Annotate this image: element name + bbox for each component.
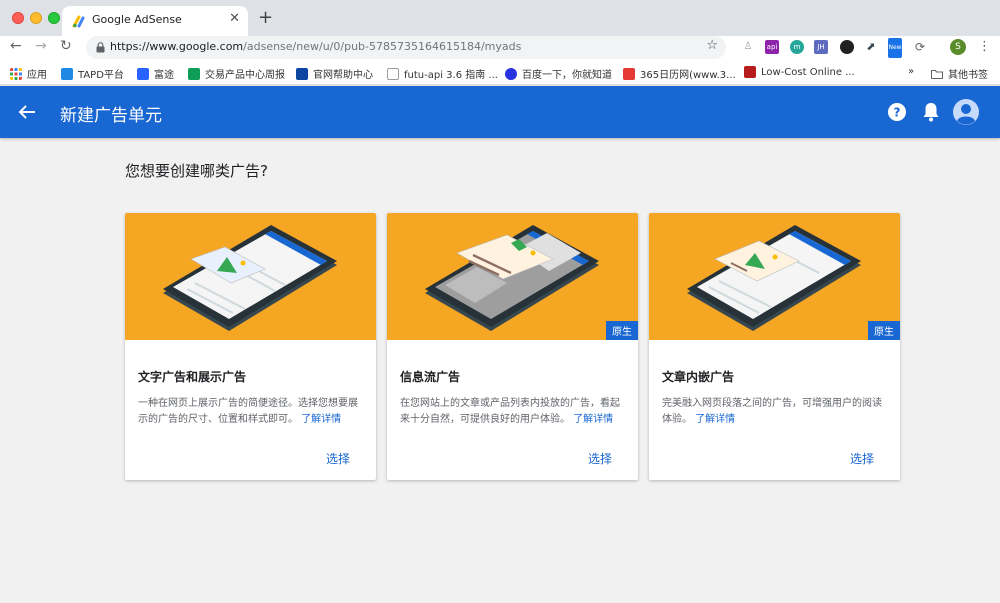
close-window-button[interactable]	[12, 12, 24, 24]
maximize-window-button[interactable]	[48, 12, 60, 24]
card-description: 完美融入网页段落之间的广告，可增强用户的阅读体验。 了解详情	[662, 396, 888, 428]
select-button[interactable]: 选择	[326, 450, 350, 467]
card-illustration	[125, 213, 376, 340]
adsense-logo-icon	[72, 15, 85, 28]
learn-more-link[interactable]: 了解详情	[695, 414, 735, 425]
tab-title: Google AdSense	[92, 13, 182, 26]
browser-tab-adsense[interactable]: Google AdSense ✕	[62, 6, 248, 36]
ad-type-card-inarticle[interactable]: 原生 文章内嵌广告 完美融入网页段落之间的广告，可增强用户的阅读体验。 了解详情…	[649, 213, 900, 480]
minimize-window-button[interactable]	[30, 12, 42, 24]
sheets-icon	[188, 67, 200, 80]
card-illustration: 原生	[649, 213, 900, 340]
profile-avatar[interactable]: S	[950, 39, 966, 55]
bookmark-label: 交易产品中心周报	[205, 70, 285, 81]
baidu-icon	[505, 67, 517, 80]
bookmark-star-icon[interactable]: ☆	[706, 38, 718, 53]
phone-illustration-icon	[425, 225, 599, 331]
browser-toolbar: ← → ↻ https://www.google.com/adsense/new…	[0, 36, 1000, 61]
back-arrow-icon[interactable]	[16, 101, 38, 123]
new-tab-button[interactable]: +	[258, 7, 273, 28]
app-header: 新建广告单元 ?	[0, 86, 1000, 138]
account-avatar-icon[interactable]	[953, 99, 979, 125]
tapd-icon	[61, 67, 73, 80]
native-badge: 原生	[868, 321, 900, 340]
select-button[interactable]: 选择	[850, 450, 874, 467]
card-title: 文章内嵌广告	[662, 370, 735, 384]
page-title: 新建广告单元	[60, 106, 162, 126]
card-title: 文字广告和展示广告	[138, 370, 247, 384]
ext-sync-icon[interactable]: ⟳	[913, 40, 927, 54]
native-badge: 原生	[606, 321, 638, 340]
bookmark-item[interactable]: 富途	[137, 66, 174, 81]
phone-illustration-icon	[163, 225, 337, 331]
ad-type-card-display[interactable]: 文字广告和展示广告 一种在网页上展示广告的简便途径。选择您想要展示的广告的尺寸、…	[125, 213, 376, 480]
bookmark-item[interactable]: futu-api 3.6 指南 ...	[387, 66, 498, 81]
section-heading: 您想要创建哪类广告?	[125, 162, 268, 180]
other-bookmarks-folder[interactable]: 其他书签	[931, 66, 988, 81]
learn-more-link[interactable]: 了解详情	[573, 414, 613, 425]
futu-icon	[137, 67, 149, 80]
other-bookmarks-label: 其他书签	[948, 70, 988, 81]
bookmarks-overflow-button[interactable]: »	[908, 66, 914, 77]
folder-icon	[931, 69, 943, 79]
bookmark-label: TAPD平台	[78, 70, 124, 81]
ad-type-card-infeed[interactable]: 原生 信息流广告 在您网站上的文章或产品列表内投放的广告，看起来十分自然，可提供…	[387, 213, 638, 480]
ext-teal-icon[interactable]: m	[790, 40, 804, 54]
apps-grid-icon	[10, 67, 22, 80]
notifications-bell-icon[interactable]	[921, 101, 941, 123]
bookmark-label: Low-Cost Online ...	[761, 66, 855, 78]
bookmark-label: futu-api 3.6 指南 ...	[404, 70, 498, 81]
card-description: 一种在网页上展示广告的简便途径。选择您想要展示的广告的尺寸、位置和样式即可。 了…	[138, 396, 364, 428]
back-nav-icon[interactable]: ←	[10, 38, 22, 54]
lock-icon	[96, 42, 105, 53]
bookmark-item[interactable]: 交易产品中心周报	[188, 66, 285, 81]
bookmarks-bar: 应用 TAPD平台 富途 交易产品中心周报 官网帮助中心 futu-api 3.…	[0, 61, 1000, 85]
lowcost-icon	[744, 66, 756, 78]
bookmark-item[interactable]: 官网帮助中心	[296, 66, 373, 81]
tab-close-icon[interactable]: ✕	[229, 11, 240, 26]
browser-menu-icon[interactable]: ⋮	[978, 39, 991, 54]
reload-icon[interactable]: ↻	[60, 38, 72, 54]
ext-jh-icon[interactable]: JH	[814, 40, 828, 54]
bookmark-label: 百度一下，你就知道	[522, 70, 612, 81]
doc-icon	[387, 67, 399, 80]
bookmark-label: 富途	[154, 70, 174, 81]
bookmark-item[interactable]: TAPD平台	[61, 66, 124, 81]
bookmark-item[interactable]: Low-Cost Online ...	[744, 66, 855, 78]
url-path: /adsense/new/u/0/pub-5785735164615184/my…	[243, 40, 522, 53]
bookmark-label: 365日历网(www.3...	[640, 70, 736, 81]
ext-dark-icon[interactable]	[840, 40, 854, 54]
help-icon[interactable]: ?	[887, 102, 907, 122]
card-illustration: 原生	[387, 213, 638, 340]
svg-text:?: ?	[894, 106, 901, 120]
select-button[interactable]: 选择	[588, 450, 612, 467]
card-title: 信息流广告	[400, 370, 461, 384]
forward-nav-icon[interactable]: →	[35, 38, 47, 54]
bookmark-item[interactable]: 应用	[10, 66, 47, 81]
help-center-icon	[296, 67, 308, 80]
bookmark-item[interactable]: 365日历网(www.3...	[623, 66, 736, 81]
puzzle-icon[interactable]: ♙	[741, 40, 755, 54]
bookmark-label: 官网帮助中心	[313, 70, 373, 81]
address-bar[interactable]: https://www.google.com/adsense/new/u/0/p…	[86, 36, 726, 59]
ext-purple-icon[interactable]: api	[765, 40, 779, 54]
browser-tab-strip: Google AdSense ✕ +	[0, 0, 1000, 36]
url-host: https://www.google.com	[110, 40, 244, 53]
url-text: https://www.google.com/adsense/new/u/0/p…	[110, 40, 521, 53]
bookmark-label: 应用	[27, 70, 47, 81]
calendar-365-icon	[623, 67, 635, 80]
phone-illustration-icon	[687, 225, 861, 331]
bookmark-item[interactable]: 百度一下，你就知道	[505, 66, 612, 81]
card-description: 在您网站上的文章或产品列表内投放的广告，看起来十分自然，可提供良好的用户体验。 …	[400, 396, 626, 428]
ext-chart-icon[interactable]: ⬈	[864, 40, 878, 54]
ext-new-icon[interactable]: New	[888, 38, 902, 58]
learn-more-link[interactable]: 了解详情	[301, 414, 341, 425]
